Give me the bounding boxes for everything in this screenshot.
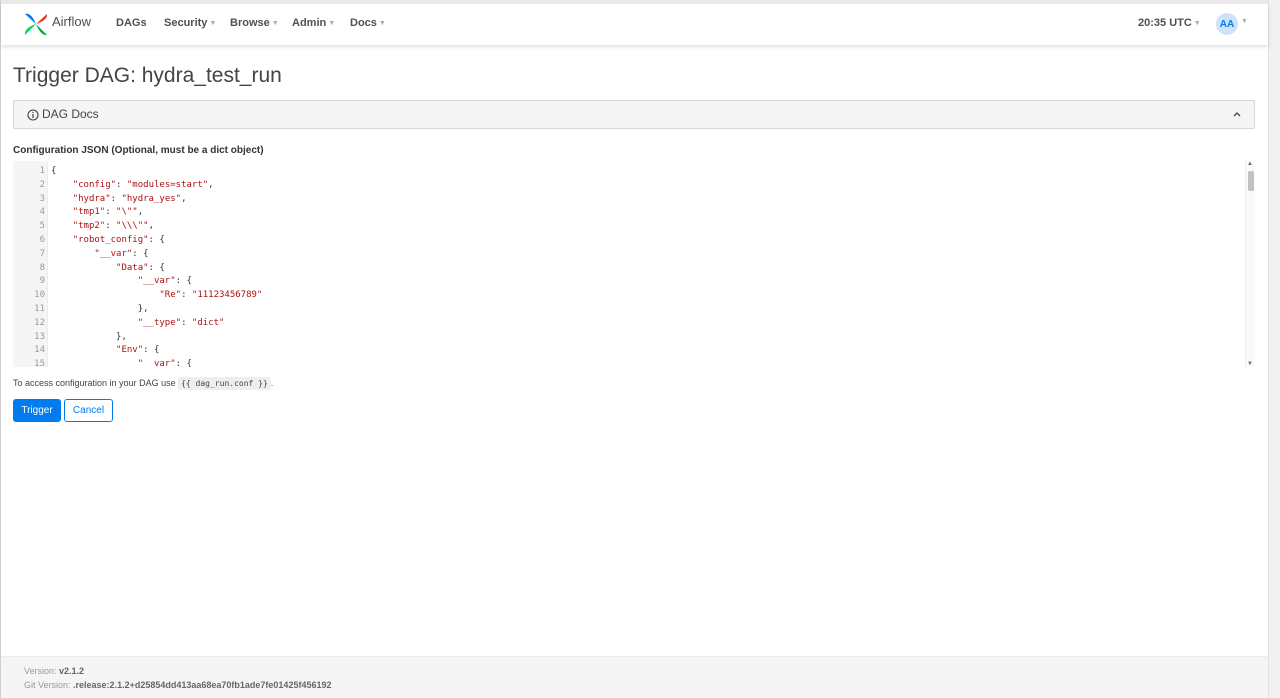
airflow-logo-icon: [24, 13, 48, 36]
brand-link[interactable]: Airflow: [23, 10, 91, 38]
editor-line[interactable]: 10 "Re": "11123456789": [13, 288, 1243, 302]
line-code: "hydra": "hydra_yes",: [72, 193, 187, 204]
line-number: 4: [39, 207, 45, 218]
navbar: Airflow DAGs Security ▼ Browse ▼ Admin ▼ Do…: [1, 4, 1268, 45]
line-number: 3: [39, 193, 45, 204]
editor-line[interactable]: 6 "robot_config": {: [13, 233, 1243, 247]
git-version-label: Git Version:: [24, 680, 74, 690]
page-title: Trigger DAG: hydra_test_run: [13, 64, 282, 87]
git-version-value: .release:2.1.2+d25854dd413aa68ea70fb1ade…: [73, 680, 332, 690]
config-json-label: Configuration JSON (Optional, must be a …: [13, 145, 264, 156]
editor-scrollbar[interactable]: ▲ ▼: [1245, 161, 1255, 367]
chevron-down-icon[interactable]: ▼: [1241, 18, 1248, 25]
editor-line[interactable]: 12 "__type": "dict": [13, 316, 1243, 330]
line-code: {: [51, 166, 57, 176]
editor-line[interactable]: 4 "tmp1": "\"",: [13, 205, 1243, 219]
chevron-down-icon: ▼: [271, 20, 279, 27]
nav-dags-label: DAGs: [116, 17, 147, 29]
config-hint: To access configuration in your DAG use …: [13, 377, 274, 390]
chevron-down-icon: ▼: [209, 20, 217, 27]
line-number: 5: [39, 221, 45, 232]
dag-docs-label: DAG Docs: [42, 107, 99, 121]
line-code: "__var": {: [94, 248, 149, 259]
cancel-button[interactable]: Cancel: [64, 399, 113, 422]
timezone-clock[interactable]: 20:35 UTC ▼: [1138, 17, 1201, 29]
chevron-down-icon: ▼: [328, 20, 336, 27]
dag-run-conf-code: {{ dag_run.conf }}: [178, 377, 271, 390]
line-number: 15: [34, 359, 45, 367]
nav-security[interactable]: Security ▼: [164, 17, 216, 29]
editor-line[interactable]: 15 "__var": {: [13, 357, 1243, 367]
editor-line[interactable]: 3 "hydra": "hydra_yes",: [13, 192, 1243, 206]
line-code: "__var": {: [137, 359, 192, 367]
chevron-up-icon[interactable]: [1232, 109, 1242, 119]
editor-line[interactable]: 8 "Data": {: [13, 261, 1243, 275]
line-code: "__type": "dict": [137, 317, 225, 328]
editor-line[interactable]: 2 "config": "modules=start",: [13, 178, 1243, 192]
window-left-edge: [0, 0, 1, 698]
editor-line[interactable]: 11 },: [13, 302, 1243, 316]
line-number: 2: [39, 179, 45, 190]
line-code: "tmp1": "\"",: [72, 207, 144, 218]
version-label: Version:: [24, 666, 60, 676]
dag-docs-panel[interactable]: DAG Docs: [13, 100, 1255, 129]
trigger-button[interactable]: Trigger: [13, 399, 61, 422]
info-circle-icon: [27, 109, 39, 121]
nav-dags[interactable]: DAGs: [116, 17, 147, 29]
page-scrollbar[interactable]: [1268, 0, 1280, 698]
nav-security-label: Security: [164, 17, 208, 29]
line-number: 13: [34, 331, 45, 342]
editor-line[interactable]: 7 "__var": {: [13, 247, 1243, 261]
chevron-down-icon: ▼: [1193, 20, 1201, 27]
editor-line[interactable]: 9 "__var": {: [13, 274, 1243, 288]
brand-name: Airflow: [52, 13, 92, 29]
nav-docs[interactable]: Docs ▼: [350, 17, 386, 29]
nav-docs-label: Docs: [350, 17, 377, 29]
line-code: "Data": {: [116, 262, 165, 273]
editor-line[interactable]: 1{: [13, 164, 1243, 178]
line-code: "Re": "11123456789": [159, 290, 263, 301]
nav-browse[interactable]: Browse ▼: [230, 17, 279, 29]
editor-line[interactable]: 13 },: [13, 330, 1243, 344]
version-value: v2.1.2: [59, 666, 85, 676]
chevron-down-icon: ▼: [378, 20, 386, 27]
footer: Version: v2.1.2 Git Version: .release:2.…: [1, 656, 1268, 698]
config-json-editor[interactable]: 1{2 "config": "modules=start", 3 "hydra":…: [13, 161, 1255, 367]
line-code: "robot_config": {: [72, 235, 165, 245]
line-number: 7: [39, 248, 45, 259]
line-number: 10: [34, 290, 45, 301]
user-avatar[interactable]: AA: [1216, 13, 1238, 35]
scroll-down-icon[interactable]: ▼: [1247, 361, 1253, 367]
footer-git-version: Git Version: .release:2.1.2+d25854dd413a…: [24, 680, 331, 690]
line-code: "config": "modules=start",: [72, 179, 214, 190]
line-code: },: [51, 304, 149, 314]
nav-admin[interactable]: Admin ▼: [292, 17, 335, 29]
line-code: "Env": {: [116, 345, 160, 356]
hint-suffix: .: [270, 378, 274, 388]
line-code: },: [51, 331, 127, 342]
clock-label: 20:35 UTC: [1138, 17, 1192, 29]
line-number: 14: [34, 345, 45, 356]
hint-text: To access configuration in your DAG use: [13, 378, 179, 388]
scroll-up-icon[interactable]: ▲: [1247, 161, 1253, 167]
line-number: 1: [39, 166, 45, 176]
editor-line[interactable]: 14 "Env": {: [13, 343, 1243, 357]
nav-admin-label: Admin: [292, 17, 327, 29]
line-number: 9: [39, 276, 45, 287]
line-code: "tmp2": "\\\"",: [72, 221, 154, 232]
line-number: 11: [34, 304, 45, 314]
line-number: 8: [39, 262, 45, 273]
editor-scroll-thumb[interactable]: [1248, 171, 1254, 191]
nav-browse-label: Browse: [230, 17, 270, 29]
line-code: "__var": {: [137, 276, 192, 287]
editor-line[interactable]: 5 "tmp2": "\\\"",: [13, 219, 1243, 233]
footer-version: Version: v2.1.2: [24, 666, 84, 676]
line-number: 6: [39, 235, 45, 245]
line-number: 12: [34, 317, 45, 328]
